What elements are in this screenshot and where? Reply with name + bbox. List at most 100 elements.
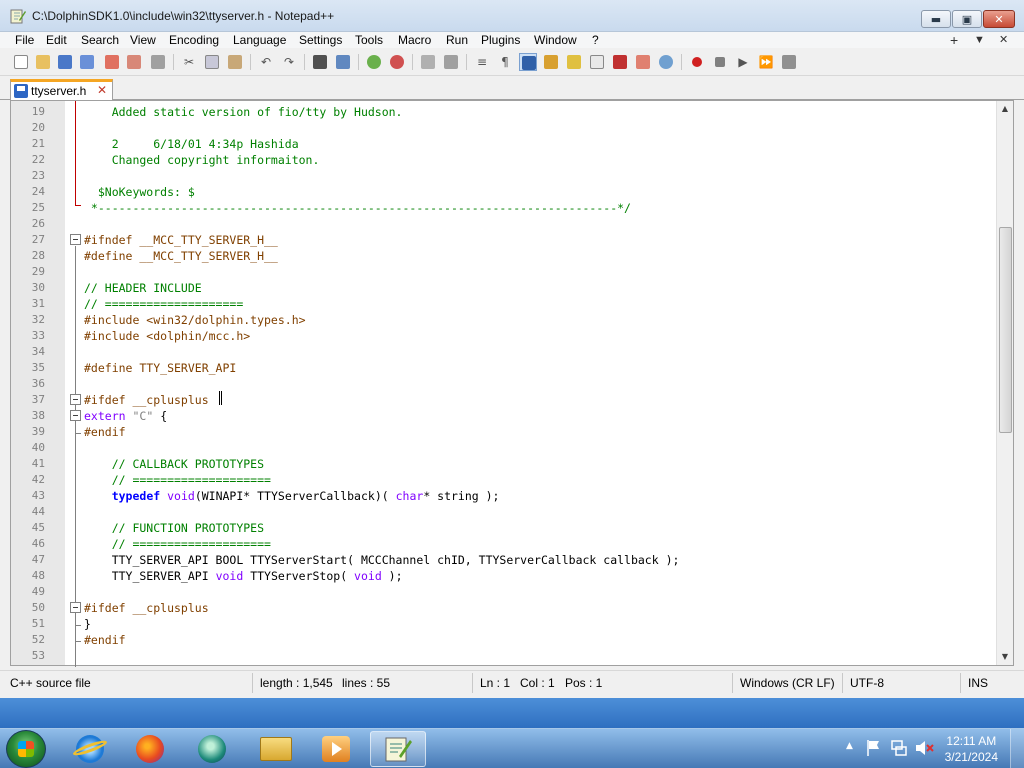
save-all-icon[interactable]	[78, 53, 96, 71]
cut-icon[interactable]: ✂	[180, 53, 198, 71]
code-line[interactable]: Changed copyright informaiton.	[84, 152, 320, 168]
menu-language[interactable]: Language	[233, 32, 286, 48]
code-line[interactable]: // HEADER INCLUDE	[84, 280, 202, 296]
monitoring-icon[interactable]	[657, 53, 675, 71]
close-file-icon[interactable]	[103, 53, 121, 71]
fold-toggle-extern-c[interactable]	[70, 410, 81, 421]
redo-icon[interactable]: ↷	[280, 53, 298, 71]
stop-recording-icon[interactable]	[711, 53, 729, 71]
open-file-icon[interactable]	[34, 53, 52, 71]
zoom-out-icon[interactable]	[388, 53, 406, 71]
folder-as-workspace-icon[interactable]	[634, 53, 652, 71]
scroll-up-arrow-icon[interactable]: ▲	[997, 101, 1013, 117]
code-line[interactable]: typedef void(WINAPI* TTYServerCallback)(…	[84, 488, 500, 504]
document-list-icon[interactable]	[588, 53, 606, 71]
function-list-icon[interactable]	[611, 53, 629, 71]
scroll-down-arrow-icon[interactable]: ▼	[997, 649, 1013, 665]
paste-icon[interactable]	[226, 53, 244, 71]
menu-settings[interactable]: Settings	[299, 32, 342, 48]
document-map-icon[interactable]	[565, 53, 583, 71]
network-icon[interactable]	[890, 739, 908, 760]
menu-encoding[interactable]: Encoding	[169, 32, 219, 48]
fold-toggle-ifdef-cplusplus-2[interactable]	[70, 602, 81, 613]
code-line[interactable]: #ifndef __MCC_TTY_SERVER_H__	[84, 232, 278, 248]
code-line[interactable]: 2 6/18/01 4:34p Hashida	[84, 136, 299, 152]
run-macro-multiple-icon[interactable]: ⏩	[757, 53, 775, 71]
code-line[interactable]: // CALLBACK PROTOTYPES	[84, 456, 264, 472]
fold-toggle-ifdef-cplusplus[interactable]	[70, 394, 81, 405]
code-line[interactable]: #define TTY_SERVER_API	[84, 360, 236, 376]
code-line[interactable]: #define __MCC_TTY_SERVER_H__	[84, 248, 278, 264]
record-macro-icon[interactable]	[688, 53, 706, 71]
replace-icon[interactable]	[334, 53, 352, 71]
system-clock[interactable]: 12:11 AM 3/21/2024	[945, 733, 998, 765]
code-line[interactable]: $NoKeywords: $	[84, 184, 195, 200]
menu-plugins[interactable]: Plugins	[481, 32, 520, 48]
indent-guide-icon[interactable]	[519, 53, 537, 71]
show-desktop-button[interactable]	[1010, 729, 1024, 768]
file-explorer-taskbar-button[interactable]	[248, 731, 304, 767]
user-defined-language-icon[interactable]	[542, 53, 560, 71]
new-file-icon[interactable]	[12, 53, 30, 71]
print-icon[interactable]	[149, 53, 167, 71]
code-line[interactable]: #endif	[84, 424, 126, 440]
menu-window[interactable]: Window	[534, 32, 577, 48]
menu-macro[interactable]: Macro	[398, 32, 431, 48]
code-line[interactable]: #ifdef __cplusplus	[84, 600, 209, 616]
action-center-flag-icon[interactable]	[866, 739, 882, 760]
notepadpp-taskbar-button[interactable]	[370, 731, 426, 767]
firefox-taskbar-button[interactable]	[122, 731, 178, 767]
menu-edit[interactable]: Edit	[46, 32, 67, 48]
code-line[interactable]: Added static version of fio/tty by Hudso…	[84, 104, 403, 120]
maximize-button[interactable]: ▣	[952, 10, 982, 28]
code-line[interactable]: #include <dolphin/mcc.h>	[84, 328, 250, 344]
sync-horizontal-icon[interactable]	[442, 53, 460, 71]
zoom-in-icon[interactable]	[365, 53, 383, 71]
code-line[interactable]: #include <win32/dolphin.types.h>	[84, 312, 306, 328]
code-line[interactable]: }	[84, 616, 91, 632]
media-player-taskbar-button[interactable]	[308, 731, 364, 767]
vertical-scrollbar[interactable]: ▲ ▼	[996, 101, 1013, 665]
status-eol-format[interactable]: Windows (CR LF)	[740, 675, 835, 691]
menu-help[interactable]: ?	[592, 32, 599, 48]
show-hidden-icons-arrow[interactable]: ▲	[846, 741, 853, 751]
code-editor[interactable]: 19 20 21 22 23 24 25 26 27 28 29 30 31 32 33 34 35 36 37 38…	[10, 100, 1014, 667]
minimize-button[interactable]: ▬	[921, 10, 951, 28]
code-text-area[interactable]: Added static version of fio/tty by Hudso…	[84, 101, 994, 665]
menu-file[interactable]: File	[15, 32, 34, 48]
start-button[interactable]	[6, 730, 46, 768]
volume-muted-icon[interactable]	[914, 739, 934, 760]
undo-icon[interactable]: ↶	[257, 53, 275, 71]
save-icon[interactable]	[56, 53, 74, 71]
new-tab-plus-icon[interactable]: +	[950, 32, 958, 48]
copy-icon[interactable]	[203, 53, 221, 71]
menu-view[interactable]: View	[130, 32, 156, 48]
internet-explorer-taskbar-button[interactable]	[62, 731, 118, 767]
code-line[interactable]: #ifdef __cplusplus	[84, 392, 209, 408]
tab-list-dropdown-icon[interactable]: ▼	[974, 32, 985, 48]
code-line[interactable]: // FUNCTION PROTOTYPES	[84, 520, 264, 536]
code-line[interactable]: *---------------------------------------…	[84, 200, 631, 216]
sync-vertical-icon[interactable]	[419, 53, 437, 71]
code-line[interactable]: // ====================	[84, 296, 243, 312]
menu-tools[interactable]: Tools	[355, 32, 383, 48]
scroll-thumb[interactable]	[999, 227, 1012, 433]
menu-search[interactable]: Search	[81, 32, 119, 48]
fold-toggle-ifndef[interactable]	[70, 234, 81, 245]
close-tab-icon[interactable]: ✕	[999, 32, 1008, 48]
code-line[interactable]: extern "C" {	[84, 408, 167, 424]
chat-app-taskbar-button[interactable]	[184, 731, 240, 767]
close-all-icon[interactable]	[125, 53, 143, 71]
find-icon[interactable]	[311, 53, 329, 71]
playback-macro-icon[interactable]: ▶	[734, 53, 752, 71]
code-line[interactable]: TTY_SERVER_API void TTYServerStop( void …	[84, 568, 403, 584]
code-line[interactable]: TTY_SERVER_API BOOL TTYServerStart( MCCC…	[84, 552, 680, 568]
code-line[interactable]: #endif	[84, 632, 126, 648]
tab-close-icon[interactable]: ✕	[95, 84, 109, 98]
code-line[interactable]: // ====================	[84, 536, 271, 552]
word-wrap-icon[interactable]: ≡	[473, 53, 491, 71]
show-all-characters-icon[interactable]: ¶	[496, 53, 514, 71]
menu-run[interactable]: Run	[446, 32, 468, 48]
status-encoding[interactable]: UTF-8	[850, 675, 884, 691]
tab-ttyserver-h[interactable]: ttyserver.h ✕	[10, 79, 113, 101]
